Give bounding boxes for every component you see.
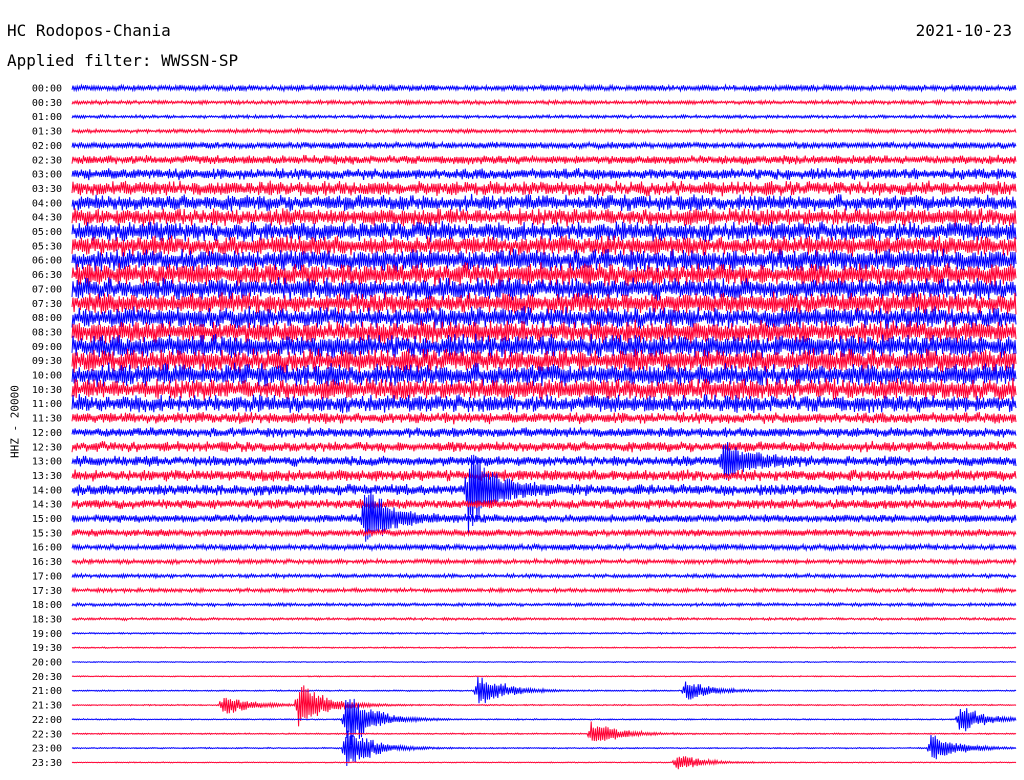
row-time-label: 15:00	[32, 514, 62, 525]
trace-row-2230	[71, 721, 1017, 742]
row-time-label: 10:00	[32, 371, 62, 382]
row-time-label: 03:30	[32, 184, 62, 195]
row-time-label: 12:00	[32, 428, 62, 439]
row-time-label: 05:30	[32, 241, 62, 252]
seismogram-plot: 00:00 00:30 01:00 01:30 02:00 02:30 03:00 03:30…	[32, 83, 1017, 770]
trace-row-1200	[71, 427, 1017, 438]
trace-row-1230	[71, 440, 1017, 453]
row-time-label: 10:30	[32, 385, 62, 396]
trace-row-1830	[71, 616, 1017, 622]
row-time-label: 06:30	[32, 270, 62, 281]
row-time-label: 20:00	[32, 658, 62, 669]
row-time-label: 14:00	[32, 485, 62, 496]
row-time-label: 18:00	[32, 600, 62, 611]
row-time-label: 22:00	[32, 715, 62, 726]
row-time-label: 21:30	[32, 701, 62, 712]
row-time-label: 17:30	[32, 586, 62, 597]
trace-row-2030	[71, 675, 1017, 678]
row-time-label: 17:00	[32, 571, 62, 582]
trace-row-0130	[71, 127, 1017, 135]
row-time-label: 02:30	[32, 155, 62, 166]
trace-row-2100	[71, 676, 1017, 704]
row-time-label: 13:00	[32, 457, 62, 468]
row-time-label: 14:30	[32, 500, 62, 511]
trace-row-1630	[71, 557, 1017, 566]
trace-row-0030	[71, 98, 1017, 107]
trace-row-1430	[71, 499, 1017, 510]
trace-row-1330	[71, 469, 1017, 482]
row-time-label: 13:30	[32, 471, 62, 482]
row-time-label: 08:00	[32, 313, 62, 324]
row-time-label: 22:30	[32, 729, 62, 740]
trace-row-0300	[71, 167, 1017, 181]
row-time-label: 03:00	[32, 170, 62, 181]
trace-row-0730	[71, 291, 1017, 315]
row-time-label: 21:00	[32, 686, 62, 697]
row-time-label: 00:00	[32, 84, 62, 95]
row-time-label: 01:00	[32, 112, 62, 123]
trace-row-0200	[71, 140, 1017, 151]
row-time-label: 00:30	[32, 98, 62, 109]
trace-row-1530	[71, 527, 1017, 538]
row-time-label: 02:00	[32, 141, 62, 152]
trace-row-0000	[71, 83, 1017, 93]
row-time-label: 12:30	[32, 442, 62, 453]
trace-row-1030	[71, 377, 1017, 401]
row-time-label: 19:00	[32, 629, 62, 640]
trace-row-2330	[71, 756, 1017, 770]
trace-row-1700	[71, 572, 1017, 580]
trace-row-2300	[71, 730, 1017, 767]
trace-row-0230	[71, 154, 1017, 165]
trace-row-1730	[71, 586, 1017, 595]
row-time-label: 18:30	[32, 614, 62, 625]
row-time-label: 20:30	[32, 672, 62, 683]
trace-row-1930	[71, 646, 1017, 650]
row-time-label: 07:00	[32, 284, 62, 295]
row-time-label: 09:30	[32, 356, 62, 367]
row-time-label: 07:30	[32, 299, 62, 310]
trace-row-1100	[71, 393, 1017, 414]
row-time-label: 11:00	[32, 399, 62, 410]
row-time-label: 09:00	[32, 342, 62, 353]
trace-row-1900	[71, 631, 1017, 636]
row-time-label: 23:30	[32, 758, 62, 769]
row-time-label: 11:30	[32, 414, 62, 425]
trace-row-1600	[71, 542, 1017, 552]
row-time-label: 19:30	[32, 643, 62, 654]
trace-row-1130	[71, 411, 1017, 425]
trace-row-0100	[71, 113, 1017, 120]
trace-row-0330	[71, 180, 1017, 197]
trace-row-2000	[71, 660, 1017, 664]
row-time-label: 04:00	[32, 198, 62, 209]
row-time-label: 05:00	[32, 227, 62, 238]
row-time-label: 06:00	[32, 256, 62, 267]
row-time-label: 16:00	[32, 543, 62, 554]
row-time-label: 01:30	[32, 127, 62, 138]
row-time-label: 16:30	[32, 557, 62, 568]
row-time-label: 04:30	[32, 213, 62, 224]
row-time-label: 23:00	[32, 744, 62, 755]
trace-row-1800	[71, 601, 1017, 608]
row-time-label: 08:30	[32, 327, 62, 338]
row-time-label: 15:30	[32, 528, 62, 539]
